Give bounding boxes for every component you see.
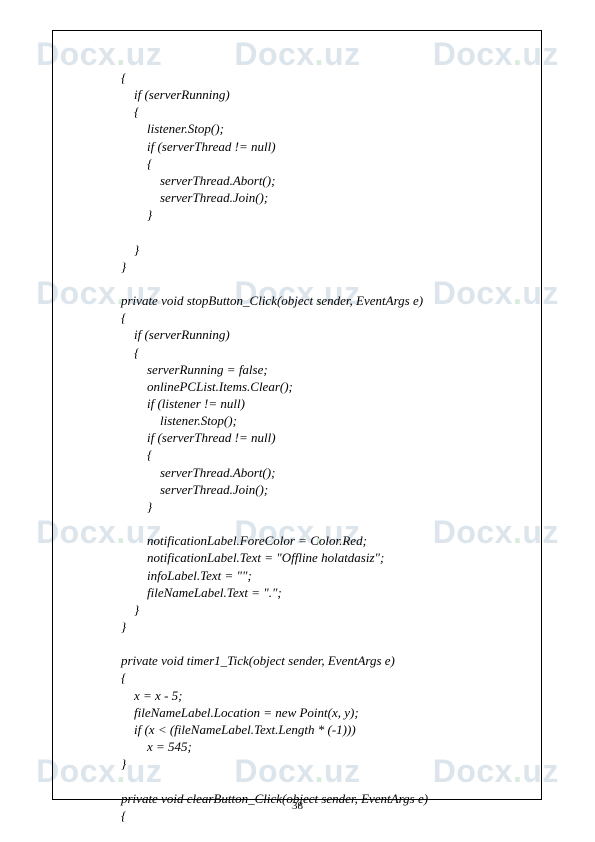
page-number: 38 xyxy=(0,800,595,812)
page: Docx.uz Docx.uz Docx.uz Docx.uz Docx.uz … xyxy=(0,0,595,842)
code-block: { if (serverRunning) { listener.Stop(); … xyxy=(95,69,535,824)
